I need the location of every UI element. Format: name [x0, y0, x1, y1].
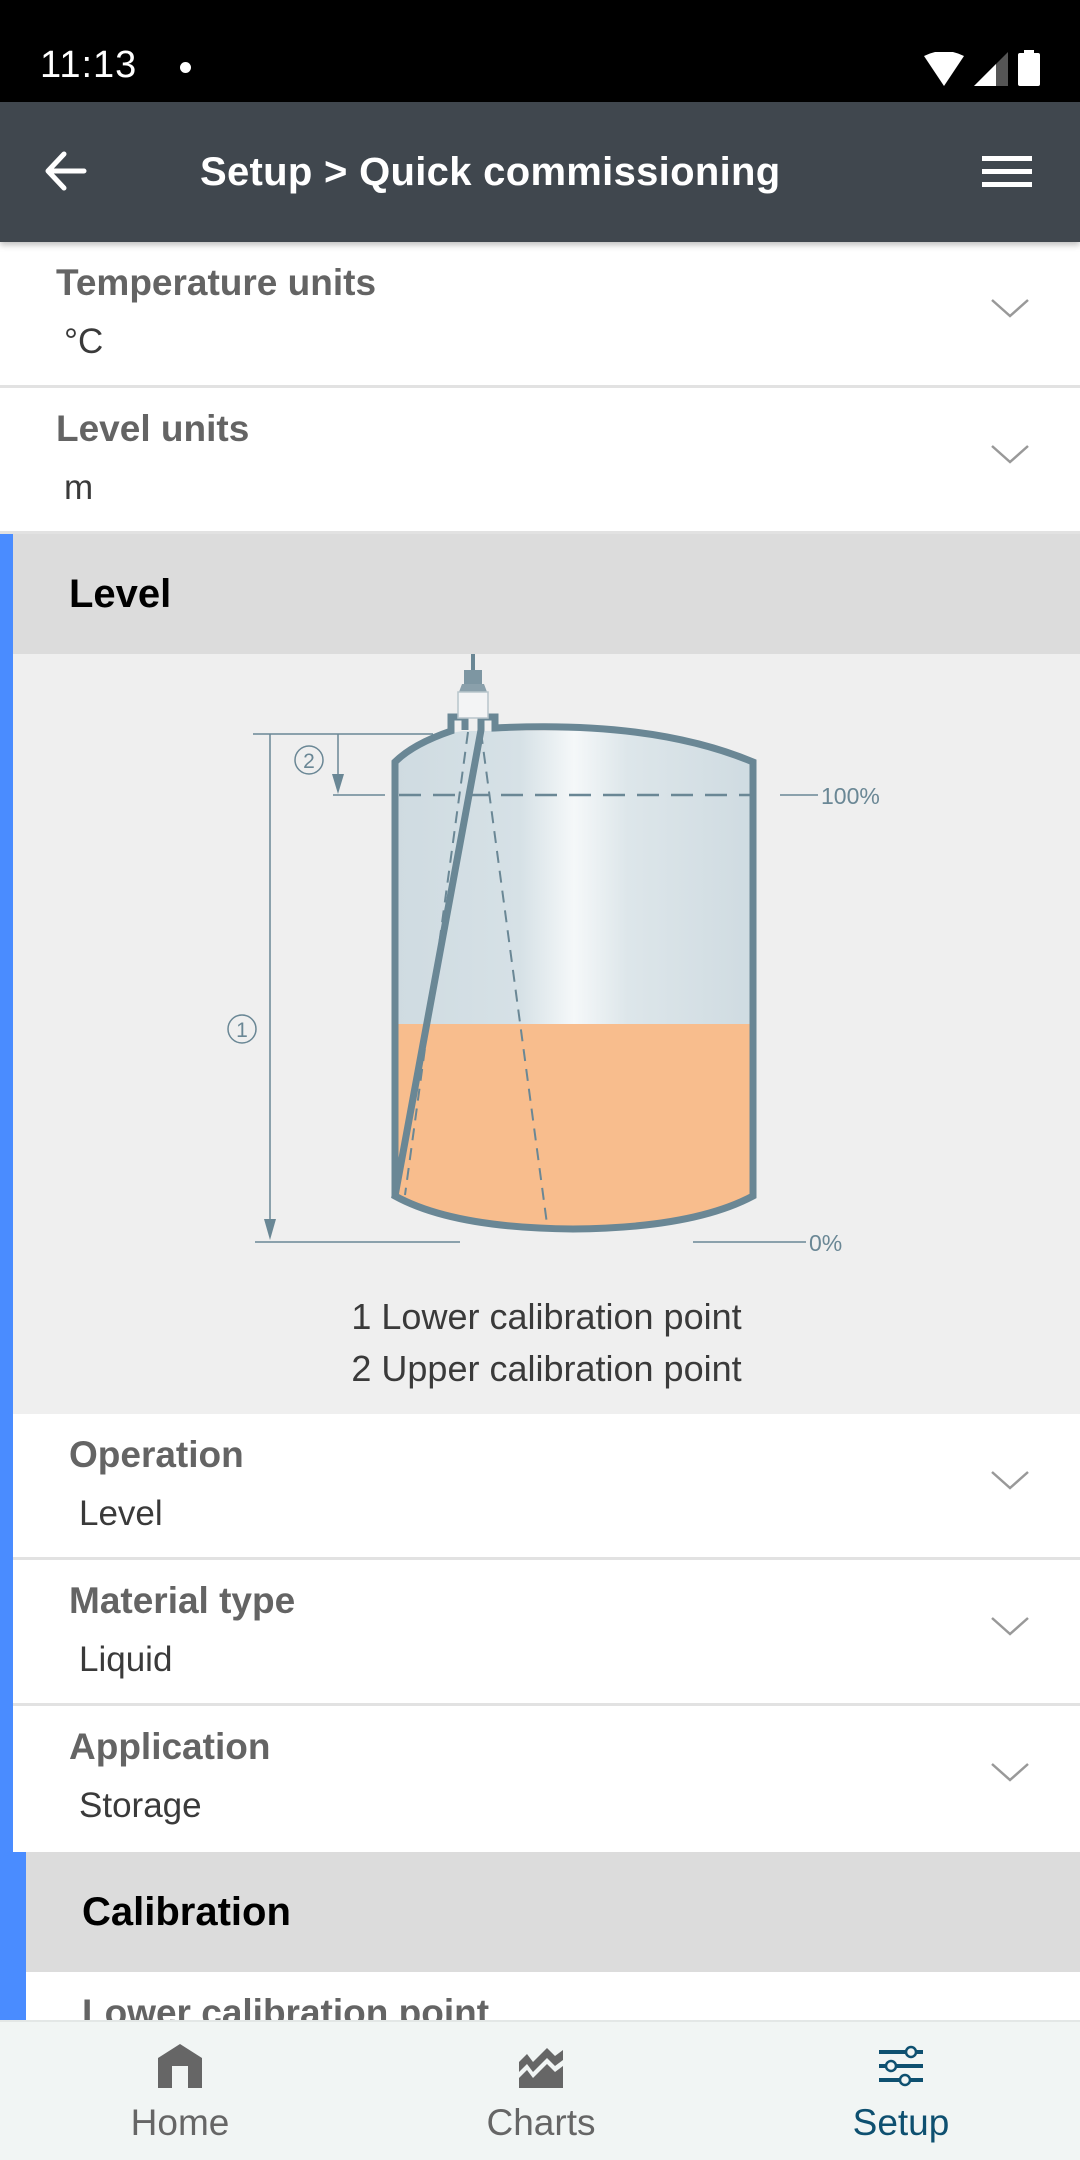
- app-bar: Setup > Quick commissioning: [0, 102, 1080, 242]
- field-value: m: [64, 468, 94, 507]
- lower-calibration-point-field[interactable]: Lower calibration point: [26, 1972, 1080, 2020]
- nav-setup[interactable]: Setup: [801, 2022, 1001, 2160]
- marker-2-label: 2: [303, 750, 315, 773]
- menu-button[interactable]: [982, 152, 1040, 196]
- notification-dot-icon: [180, 62, 191, 73]
- temperature-units-dropdown[interactable]: Temperature units °C: [0, 242, 1080, 388]
- field-value: Level: [79, 1494, 163, 1533]
- units-fields: Temperature units °C Level units m: [0, 242, 1080, 534]
- field-label: Operation: [69, 1434, 244, 1475]
- section-title: Level: [69, 572, 172, 616]
- battery-icon: [1018, 50, 1040, 86]
- calibration-section: Calibration Lower calibration point: [13, 1852, 1080, 2020]
- status-icons: [924, 50, 1040, 86]
- status-bar: 11:13: [0, 0, 1080, 102]
- legend-lower-calibration: 1 Lower calibration point: [351, 1296, 742, 1337]
- label-100-percent: 100%: [821, 783, 880, 809]
- nav-charts[interactable]: Charts: [441, 2022, 641, 2160]
- chevron-down-icon: [991, 299, 1029, 318]
- hamburger-menu-icon: [982, 156, 1032, 187]
- material-type-dropdown[interactable]: Material type Liquid: [13, 1560, 1080, 1706]
- nav-label: Charts: [486, 2102, 596, 2143]
- chevron-down-icon: [991, 1471, 1029, 1490]
- field-value: °C: [64, 322, 104, 361]
- application-dropdown[interactable]: Application Storage: [13, 1706, 1080, 1852]
- level-diagram: 2 1 100% 0% 1 Lower calibration point 2 …: [13, 654, 1080, 1414]
- page-title: Setup > Quick commissioning: [200, 150, 781, 194]
- arrow-left-icon: [45, 151, 87, 191]
- level-section: Level 2 1 100% 0% 1 Lower calibration po…: [0, 534, 1080, 2020]
- home-icon: [158, 2044, 202, 2088]
- wifi-icon: [924, 52, 964, 86]
- back-button[interactable]: [40, 146, 100, 200]
- nav-label: Setup: [852, 2102, 950, 2143]
- tank-liquid: [395, 1024, 753, 1229]
- operation-dropdown[interactable]: Operation Level: [13, 1414, 1080, 1560]
- legend-upper-calibration: 2 Upper calibration point: [351, 1348, 742, 1389]
- label-0-percent: 0%: [809, 1230, 842, 1256]
- chevron-down-icon: [991, 445, 1029, 464]
- chart-icon: [519, 2048, 563, 2088]
- field-label: Temperature units: [56, 262, 377, 303]
- field-value: Liquid: [79, 1640, 173, 1679]
- calibration-section-header[interactable]: Calibration: [26, 1852, 1080, 1972]
- level-units-dropdown[interactable]: Level units m: [0, 388, 1080, 534]
- field-label: Application: [69, 1726, 271, 1767]
- radar-sensor: [457, 654, 489, 719]
- section-title: Calibration: [82, 1890, 291, 1934]
- sliders-icon: [879, 2045, 923, 2087]
- field-value: Storage: [79, 1786, 202, 1825]
- signal-icon: [974, 52, 1008, 86]
- nav-home[interactable]: Home: [80, 2022, 280, 2160]
- bottom-navigation: Home Charts Setup: [0, 2020, 1080, 2160]
- status-time: 11:13: [40, 44, 138, 86]
- nav-label: Home: [130, 2102, 230, 2143]
- field-label: Material type: [69, 1580, 296, 1621]
- field-label: Level units: [56, 408, 250, 449]
- marker-1-label: 1: [236, 1019, 248, 1042]
- chevron-down-icon: [991, 1763, 1029, 1782]
- field-label: Lower calibration point: [82, 1992, 490, 2020]
- level-section-header[interactable]: Level: [13, 534, 1080, 654]
- chevron-down-icon: [991, 1617, 1029, 1636]
- content-scroll[interactable]: Temperature units °C Level units m Level: [0, 242, 1080, 2020]
